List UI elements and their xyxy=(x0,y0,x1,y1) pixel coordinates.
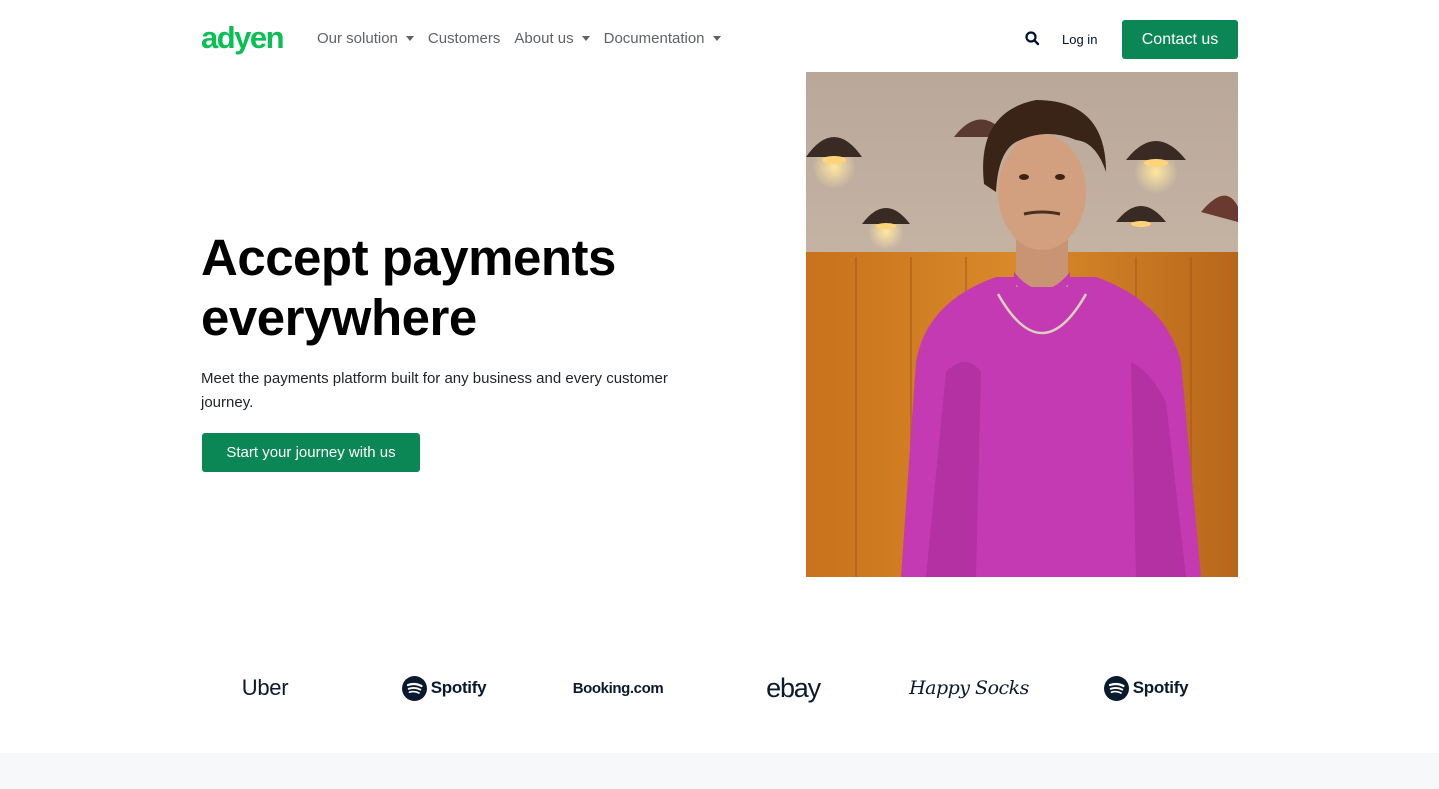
nav-item-label: Documentation xyxy=(603,30,705,47)
nav-item-customers[interactable]: Customers xyxy=(428,30,501,47)
hero-title-line2: everywhere xyxy=(201,289,477,346)
spotify-icon xyxy=(1103,675,1129,701)
hero-video[interactable] xyxy=(806,72,1238,577)
hero-subtitle: Meet the payments platform built for any… xyxy=(201,370,668,411)
spotify-icon xyxy=(401,675,427,701)
svg-text:adyen: adyen xyxy=(201,24,284,55)
chevron-down-icon xyxy=(405,36,414,41)
customer-logo-label: Uber xyxy=(241,675,289,700)
customer-logo-uber: Uber xyxy=(200,660,330,716)
hero-title: Accept payments everywhere xyxy=(201,228,761,348)
main-nav: Our solution Customers About us Document… xyxy=(317,30,735,47)
next-section-band xyxy=(0,753,1439,789)
customer-logo-happy-socks: Happy Socks xyxy=(899,660,1039,716)
login-link[interactable]: Log in xyxy=(1062,32,1097,47)
nav-item-our-solution[interactable]: Our solution xyxy=(317,30,414,47)
customer-logo-label: ebay xyxy=(766,672,821,703)
customer-logo-booking: Booking.com xyxy=(548,660,688,716)
nav-item-about-us[interactable]: About us xyxy=(514,30,590,47)
top-navbar: adyen Our solution Customers About us Do… xyxy=(0,0,1439,78)
adyen-logo[interactable]: adyen xyxy=(201,24,299,56)
customer-logo-label: Booking.com xyxy=(572,679,664,697)
start-journey-button[interactable]: Start your journey with us xyxy=(202,433,420,472)
chevron-down-icon xyxy=(712,36,721,41)
nav-item-label: Customers xyxy=(427,30,501,47)
customer-logo-label: Spotify xyxy=(430,678,487,697)
hero-title-line1: Accept payments xyxy=(201,229,616,286)
customer-logo-spotify-2: Spotify xyxy=(1076,660,1216,716)
search-icon[interactable] xyxy=(1024,30,1042,48)
customer-logo-label: Spotify xyxy=(1132,678,1189,697)
contact-us-button[interactable]: Contact us xyxy=(1122,20,1238,59)
customer-logo-ebay: ebay xyxy=(723,660,863,716)
nav-item-label: Our solution xyxy=(317,30,398,47)
nav-item-documentation[interactable]: Documentation xyxy=(604,30,721,47)
hero-photo xyxy=(806,72,1238,577)
customer-logo-spotify: Spotify xyxy=(374,660,514,716)
nav-item-label: About us xyxy=(514,30,574,47)
customer-logo-label: Happy Socks xyxy=(909,677,1029,699)
chevron-down-icon xyxy=(581,36,590,41)
customer-logos: Uber Spotify Booking.com ebay Happy Sock… xyxy=(178,660,1238,716)
